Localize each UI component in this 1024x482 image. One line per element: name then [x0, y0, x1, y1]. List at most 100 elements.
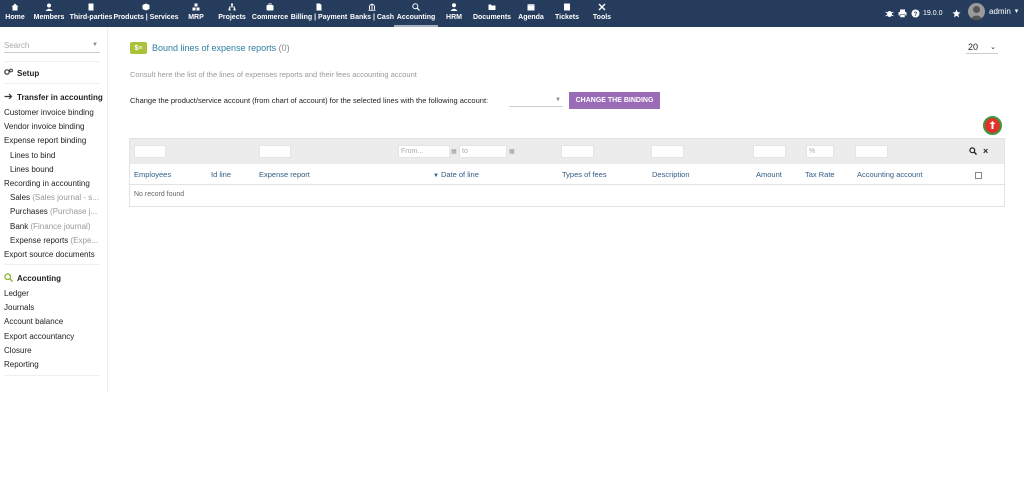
change-binding-button[interactable]: CHANGE THE BINDING [569, 92, 660, 109]
sidebar-item-sales[interactable]: Sales (Sales journal - s... [10, 193, 99, 202]
search-icon[interactable] [969, 147, 977, 157]
change-account-label: Change the product/service account (from… [130, 96, 489, 105]
chevron-down-icon: ▼ [555, 97, 561, 103]
menu-accounting[interactable]: Accounting [394, 3, 438, 27]
suitcase-icon [266, 3, 274, 11]
filter-date-from[interactable]: From... [398, 145, 450, 158]
arrow-right-icon [4, 93, 13, 102]
sidebar-item-customer-invoice-binding[interactable]: Customer invoice binding [4, 108, 94, 117]
column-accounting-account[interactable]: Accounting account [857, 170, 922, 179]
menu-home-label: Home [5, 14, 25, 21]
username: admin [989, 6, 1011, 16]
filter-date-to[interactable]: to [459, 145, 507, 158]
menu-documents-label: Documents [472, 14, 512, 21]
menu-projects-label: Projects [218, 14, 246, 21]
menu-projects[interactable]: Projects [218, 3, 246, 25]
left-sidebar: Search ▼ Setup Transfer in accounting Cu… [0, 27, 108, 392]
column-description[interactable]: Description [652, 170, 690, 179]
table-header-row: Employees Id line Expense report ▼ Date o… [130, 164, 1004, 185]
menu-billing-payment[interactable]: Billing | Payment [291, 3, 347, 25]
sidebar-item-bank[interactable]: Bank (Finance journal) [10, 222, 91, 231]
tools-icon [598, 3, 606, 11]
print-icon-button[interactable] [898, 6, 907, 20]
chevron-down-icon: ⌄ [990, 43, 996, 51]
column-tax-rate[interactable]: Tax Rate [805, 170, 835, 179]
account-select[interactable]: ▼ [509, 94, 563, 107]
calendar-icon[interactable]: ▦ [509, 148, 515, 155]
user-avatar-icon [969, 5, 984, 20]
bug-icon [885, 10, 894, 17]
menu-banks-cash-label: Banks | Cash [350, 14, 394, 21]
chevron-down-icon: ▼ [92, 42, 98, 48]
sort-desc-icon: ▼ [433, 173, 439, 179]
menu-home[interactable]: Home [4, 3, 26, 25]
sidebar-search-input[interactable]: Search ▼ [4, 41, 100, 53]
gears-icon [4, 68, 13, 78]
column-amount[interactable]: Amount [756, 170, 782, 179]
export-icon[interactable] [983, 116, 1002, 135]
sidebar-accounting-heading[interactable]: Accounting [4, 273, 61, 284]
menu-hrm[interactable]: HRM [445, 3, 463, 25]
column-expense-report[interactable]: Expense report [259, 170, 310, 179]
bookmark-star-button[interactable] [952, 6, 961, 20]
page-title: Bound lines of expense reports (0) [152, 43, 290, 53]
menu-documents[interactable]: Documents [472, 3, 512, 25]
sitemap-icon [228, 3, 236, 11]
sidebar-item-recording[interactable]: Recording in accounting [4, 179, 90, 188]
filter-tax-rate[interactable]: % [806, 145, 834, 158]
user-menu[interactable]: admin ▾ [968, 2, 1018, 20]
column-types-of-fees[interactable]: Types of fees [562, 170, 607, 179]
close-icon[interactable]: × [983, 146, 988, 156]
filter-expense-report[interactable] [259, 145, 291, 158]
sidebar-setup[interactable]: Setup [4, 68, 39, 78]
search-dollar-icon [412, 3, 420, 11]
help-icon-button[interactable]: ? [911, 6, 920, 20]
calendar-icon[interactable]: ▦ [451, 148, 457, 155]
sidebar-item-reporting[interactable]: Reporting [4, 360, 39, 369]
sidebar-item-expense-report-binding[interactable]: Expense report binding [4, 136, 86, 145]
bug-icon-button[interactable] [885, 6, 894, 20]
sidebar-item-export-source[interactable]: Export source documents [4, 250, 95, 259]
filter-accounting-account[interactable] [855, 145, 888, 158]
sidebar-search-placeholder: Search [4, 41, 30, 50]
sidebar-item-closure[interactable]: Closure [4, 346, 32, 355]
filter-employees[interactable] [134, 145, 166, 158]
menu-tickets[interactable]: Tickets [555, 3, 579, 25]
menu-commerce-label: Commerce [251, 14, 289, 21]
page-size-value: 20 [968, 41, 979, 52]
menu-members[interactable]: Members [33, 3, 65, 25]
menu-tools[interactable]: Tools [592, 3, 612, 25]
column-id-line[interactable]: Id line [211, 170, 231, 179]
menu-tools-label: Tools [592, 14, 612, 21]
sidebar-transfer-heading-label: Transfer in accounting [17, 93, 103, 102]
sidebar-item-account-balance[interactable]: Account balance [4, 317, 63, 326]
sidebar-item-lines-bound[interactable]: Lines bound [10, 165, 54, 174]
sidebar-item-vendor-invoice-binding[interactable]: Vendor invoice binding [4, 122, 85, 131]
column-employees[interactable]: Employees [134, 170, 171, 179]
menu-products-services[interactable]: Products | Services [113, 3, 179, 25]
page-size-select[interactable]: 20 ⌄ [966, 40, 998, 54]
cube-icon [142, 3, 150, 11]
menu-mrp[interactable]: MRP [186, 3, 206, 25]
menu-banks-cash[interactable]: Banks | Cash [350, 3, 394, 25]
sidebar-item-expense-reports[interactable]: Expense reports (Expe... [10, 236, 98, 245]
sidebar-item-ledger[interactable]: Ledger [4, 289, 29, 298]
divider [4, 375, 100, 376]
menu-third-parties[interactable]: Third-parties [70, 3, 112, 25]
sidebar-item-lines-to-bind[interactable]: Lines to bind [10, 151, 55, 160]
sidebar-item-expense-reports-label: Expense reports [10, 236, 69, 245]
filter-amount[interactable] [753, 145, 786, 158]
menu-agenda-label: Agenda [518, 14, 544, 21]
menu-commerce[interactable]: Commerce [252, 3, 288, 25]
menu-products-services-label: Products | Services [113, 14, 179, 21]
sidebar-transfer-heading[interactable]: Transfer in accounting [4, 93, 103, 102]
filter-types-of-fees[interactable] [561, 145, 594, 158]
sidebar-item-export-accountancy[interactable]: Export accountancy [4, 332, 74, 341]
sidebar-item-purchases[interactable]: Purchases (Purchase j... [10, 207, 97, 216]
select-all-checkbox[interactable] [975, 172, 982, 179]
calendar-icon [527, 3, 535, 11]
filter-description[interactable] [651, 145, 684, 158]
menu-agenda[interactable]: Agenda [518, 3, 544, 25]
sidebar-item-journals[interactable]: Journals [4, 303, 34, 312]
column-date-of-line[interactable]: ▼ Date of line [433, 170, 479, 179]
